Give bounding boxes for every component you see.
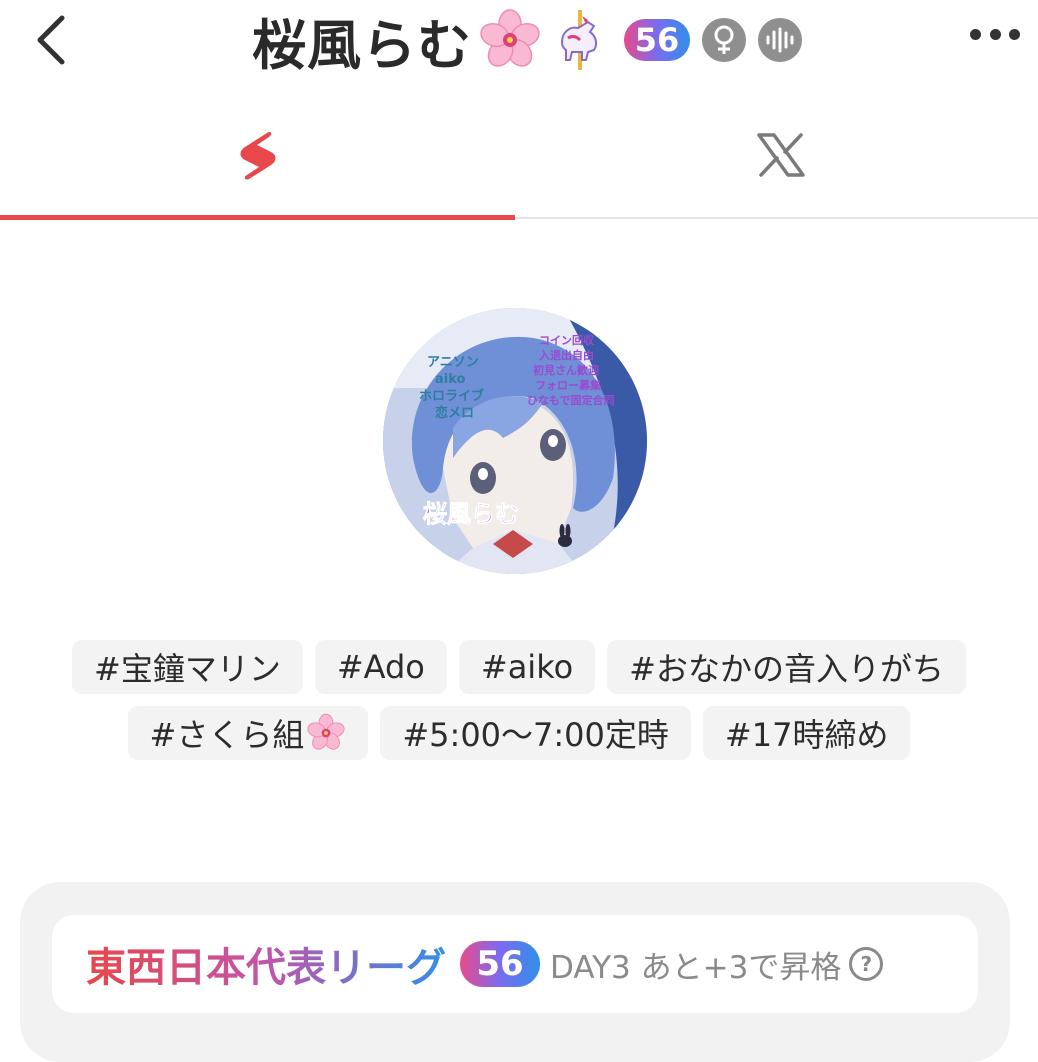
social-tabs [0, 95, 1038, 222]
profile-avatar[interactable]: アニソン aiko ホロライブ 恋メロ コイン回収 入退出自由 初見さん歓迎 フ… [383, 308, 647, 574]
x-logo-icon [756, 133, 805, 177]
dot-icon [989, 28, 1001, 40]
carousel-horse-icon [560, 10, 598, 70]
tab-x[interactable] [523, 95, 1038, 215]
help-icon[interactable]: ? [849, 947, 884, 981]
svg-text:初見さん歓迎: 初見さん歓迎 [533, 363, 599, 377]
svg-text:アニソン: アニソン [427, 355, 479, 370]
svg-text:入退出自由: 入退出自由 [539, 348, 594, 362]
svg-text:恋メロ: 恋メロ [435, 405, 474, 421]
dot-icon [1009, 28, 1020, 40]
tab-divider [515, 217, 1038, 219]
tag-row: #宝鐘マリン #Ado #aiko #おなかの音入りがち [0, 640, 1038, 694]
tag-label: #5:00〜7:00定時 [402, 716, 669, 754]
cherry-blossom-icon [480, 9, 540, 67]
svg-text:桜風らむ: 桜風らむ [423, 500, 519, 528]
brand-s-icon [240, 131, 275, 180]
tag-chip[interactable]: #5:00〜7:00定時 [380, 706, 691, 760]
svg-text:aiko: aiko [435, 372, 466, 387]
more-options-button[interactable] [970, 22, 1020, 46]
league-name: 東西日本代表リーグ [86, 935, 446, 993]
tag-chip[interactable]: #17時締め [702, 706, 911, 760]
tab-app[interactable] [0, 95, 515, 215]
league-card[interactable]: 東西日本代表リーグ 56 DAY3 あと+3で昇格 ? [52, 915, 978, 1013]
tag-chip[interactable]: #Ado [314, 640, 447, 694]
avatar-illustration: アニソン aiko ホロライブ 恋メロ コイン回収 入退出自由 初見さん歓迎 フ… [383, 308, 647, 574]
tag-label: #おなかの音入りがち [629, 650, 944, 688]
level-badge: 56 [624, 19, 690, 61]
profile-title-row: 桜風らむ 56 [252, 2, 802, 78]
cherry-blossom-icon [307, 713, 345, 750]
tag-chip[interactable]: #aiko [458, 640, 596, 694]
female-icon [702, 18, 746, 62]
tag-label: #Ado [336, 648, 425, 686]
svg-text:ひなもで固定合同: ひなもで固定合同 [527, 393, 615, 407]
tag-label: #さくら組 [149, 716, 305, 754]
active-tab-indicator [0, 215, 515, 220]
svg-text:コイン回収: コイン回収 [539, 333, 595, 347]
dot-icon [970, 28, 981, 40]
back-button[interactable] [28, 10, 78, 66]
tag-list: #宝鐘マリン #Ado #aiko #おなかの音入りがち #さくら組 #5:00… [0, 640, 1038, 772]
league-status: DAY3 あと+3で昇格 [550, 949, 842, 986]
voice-wave-icon [758, 18, 802, 62]
svg-text:ホロライブ: ホロライブ [419, 388, 484, 404]
tag-label: #宝鐘マリン [94, 650, 281, 688]
tag-label: #17時締め [724, 716, 889, 754]
tag-chip[interactable]: #さくら組 [127, 706, 369, 760]
tag-row: #さくら組 #5:00〜7:00定時 #17時締め [0, 706, 1038, 760]
tag-chip[interactable]: #おなかの音入りがち [607, 640, 966, 694]
profile-name: 桜風らむ [252, 13, 472, 77]
league-level-badge: 56 [460, 941, 540, 987]
chevron-left-icon [37, 15, 65, 65]
tag-chip[interactable]: #宝鐘マリン [72, 640, 303, 694]
tag-label: #aiko [480, 648, 574, 686]
header-bar: 桜風らむ 56 [0, 0, 1038, 80]
svg-text:フォロー募集: フォロー募集 [535, 378, 602, 392]
